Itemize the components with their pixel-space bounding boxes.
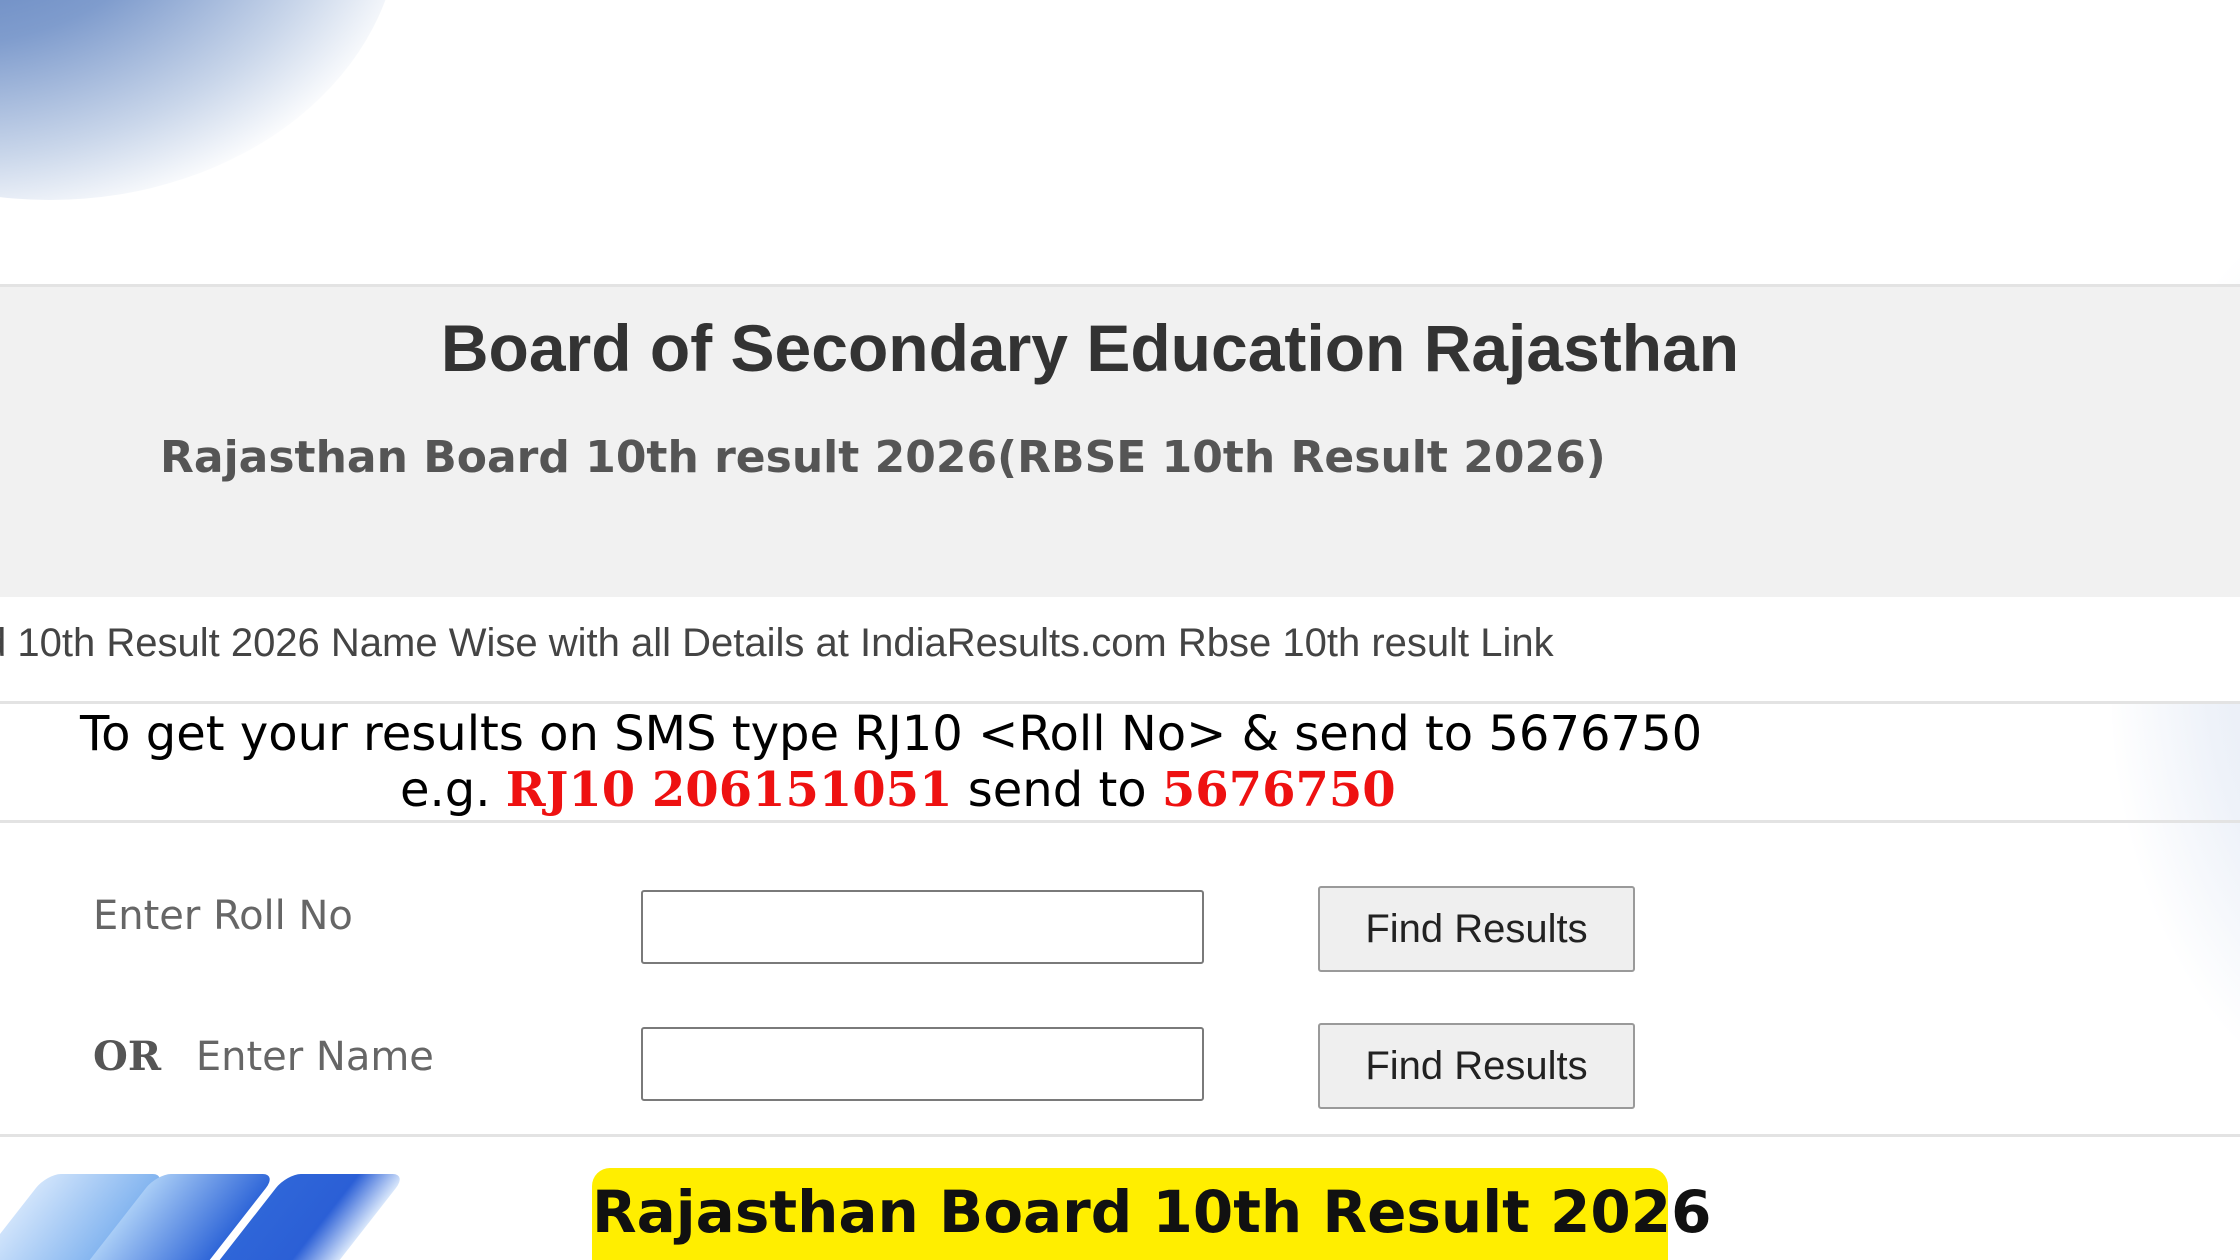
name-label-row: OR Enter Name [93,1033,434,1080]
roll-no-label: Enter Roll No [93,893,353,939]
result-link-strip: d 10th Result 2026 Name Wise with all De… [0,597,2240,704]
page-title: Board of Secondary Education Rajasthan [440,311,1740,385]
sms-example-prefix: e.g. [400,762,491,818]
find-results-button-name[interactable]: Find Results [1318,1023,1635,1109]
roll-no-input[interactable] [641,890,1204,964]
result-link[interactable]: d 10th Result 2026 Name Wise with all De… [0,621,1554,666]
title-banner: Rajasthan Board 10th Result 2026 [592,1168,1712,1260]
name-label: Enter Name [195,1034,434,1080]
divider [0,1134,2240,1137]
or-label: OR [93,1033,162,1080]
name-input[interactable] [641,1027,1204,1101]
page-subtitle: Rajasthan Board 10th result 2026(RBSE 10… [160,432,1606,483]
sms-instruction-text: To get your results on SMS type RJ10 <Ro… [80,706,1703,762]
banner-text: Rajasthan Board 10th Result 2026 [592,1178,1712,1246]
sms-number: 5676750 [1161,762,1396,818]
sms-example: e.g. RJ10 206151051 send to 5676750 [400,762,1396,818]
find-results-button-roll[interactable]: Find Results [1318,886,1635,972]
sms-send-to-text: send to [967,762,1147,818]
sms-example-code: RJ10 206151051 [505,762,953,818]
sms-instructions: To get your results on SMS type RJ10 <Ro… [0,704,2240,823]
page: Board of Secondary Education Rajasthan R… [0,0,2240,1260]
decorative-glow-top-left [0,0,400,200]
